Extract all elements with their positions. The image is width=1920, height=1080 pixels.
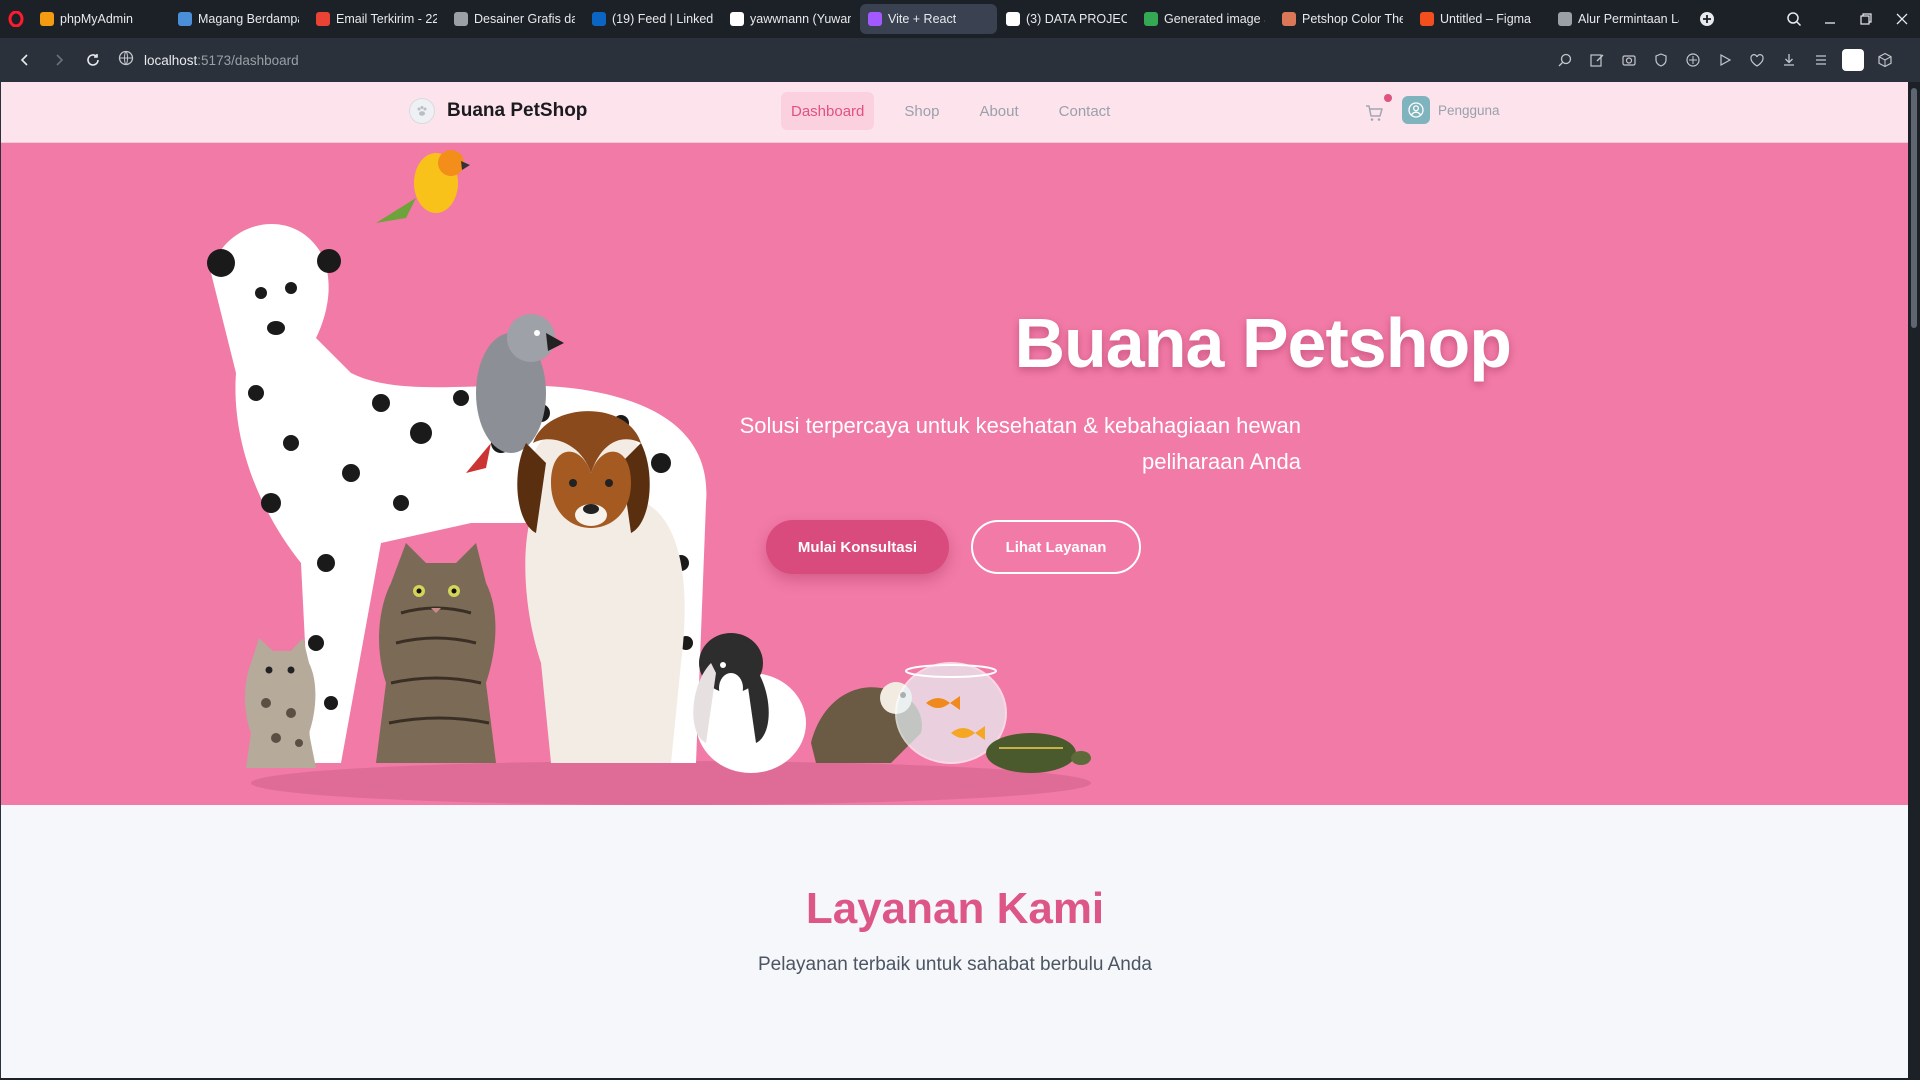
browser-tab-label: Vite + React — [888, 12, 957, 26]
browser-tab[interactable]: Untitled – Figma — [1412, 4, 1549, 34]
tab-search-icon[interactable] — [1776, 0, 1812, 38]
site-info-icon[interactable] — [118, 50, 134, 71]
scrollbar-thumb[interactable] — [1911, 88, 1917, 328]
browser-tab[interactable]: (19) Feed | LinkedIn — [584, 4, 721, 34]
services-title: Layanan Kami — [805, 884, 1105, 933]
profile-square-icon[interactable] — [1838, 45, 1868, 75]
browser-tab[interactable]: phpMyAdmin — [32, 4, 169, 34]
vpn-icon[interactable] — [1678, 45, 1708, 75]
browser-tab-label: Alur Permintaan Lay — [1578, 12, 1679, 26]
phpmyadmin-icon — [40, 12, 54, 26]
globe-icon — [1558, 12, 1572, 26]
browser-tab-label: Generated image St — [1164, 12, 1265, 26]
restore-button[interactable] — [1848, 0, 1884, 38]
view-services-button[interactable]: Lihat Layanan — [971, 520, 1141, 574]
user-avatar-icon — [1402, 96, 1430, 124]
user-menu[interactable]: Pengguna — [1402, 96, 1500, 124]
hero-title: Buana Petshop — [1014, 304, 1512, 382]
browser-tab[interactable]: Desainer Grafis dan — [446, 4, 583, 34]
download-icon[interactable] — [1774, 45, 1804, 75]
start-consultation-button[interactable]: Mulai Konsultasi — [766, 520, 949, 574]
browser-tab-label: Untitled – Figma — [1440, 12, 1532, 26]
hero-subtitle-line-2: peliharaan Anda — [1141, 449, 1301, 474]
toolbar-actions — [1550, 38, 1900, 82]
back-button[interactable] — [8, 43, 42, 77]
cart-notification-dot — [1384, 94, 1392, 102]
shield-icon[interactable] — [1646, 45, 1676, 75]
edit-icon[interactable] — [1582, 45, 1612, 75]
opera-logo-icon[interactable] — [0, 0, 32, 38]
browser-tab-label: Email Terkirim - 2200 — [336, 12, 437, 26]
gmail-icon — [316, 12, 330, 26]
browser-tab[interactable]: yawwnann (Yuwanan — [722, 4, 859, 34]
browser-tab-label: (19) Feed | LinkedIn — [612, 12, 713, 26]
browser-tab-label: Desainer Grafis dan — [474, 12, 575, 26]
browser-tab-label: (3) DATA PROJECT 2 — [1026, 12, 1127, 26]
hero-section: Buana Petshop Solusi terpercaya untuk ke… — [1, 143, 1908, 805]
user-name: Pengguna — [1438, 102, 1500, 118]
browser-tab[interactable]: (3) DATA PROJECT 2 — [998, 4, 1135, 34]
url-field[interactable]: localhost:5173/dashboard — [118, 45, 299, 75]
magang-icon — [178, 12, 192, 26]
reload-button[interactable] — [76, 43, 110, 77]
site-header: Buana PetShop Dashboard Shop About Contact … — [1, 82, 1908, 143]
extensions-icon[interactable] — [1870, 45, 1900, 75]
vite-icon — [868, 12, 882, 26]
figma-icon — [1420, 12, 1434, 26]
page-viewport: Buana PetShop Dashboard Shop About Contact … — [0, 82, 1908, 1078]
browser-tab[interactable]: Petshop Color Them — [1274, 4, 1411, 34]
browser-tab[interactable]: Alur Permintaan Lay — [1550, 4, 1687, 34]
kitten — [245, 638, 316, 768]
browser-tab-label: Magang Berdampak — [198, 12, 299, 26]
close-window-button[interactable] — [1884, 0, 1920, 38]
heart-icon[interactable] — [1742, 45, 1772, 75]
nav-item-dashboard[interactable]: Dashboard — [781, 92, 875, 130]
browser-tab-label: yawwnann (Yuwanan — [750, 12, 851, 26]
forward-button[interactable] — [42, 43, 76, 77]
minimize-button[interactable] — [1812, 0, 1848, 38]
address-bar: localhost:5173/dashboard — [0, 38, 1920, 82]
nav-item-contact[interactable]: Contact — [1049, 92, 1121, 130]
nav-item-about[interactable]: About — [969, 92, 1028, 130]
turtle — [986, 733, 1091, 773]
main-nav: Dashboard Shop About Contact — [781, 92, 1120, 130]
browser-tab-strip: phpMyAdmin Magang Berdampak Email Terkirim… — [0, 0, 1920, 38]
url-host: localhost — [144, 52, 198, 68]
nav-item-shop[interactable]: Shop — [894, 92, 949, 130]
linkedin-icon — [592, 12, 606, 26]
brand-name: Buana PetShop — [447, 100, 588, 121]
url-text[interactable]: localhost:5173/dashboard — [144, 53, 299, 68]
window-controls — [1776, 0, 1920, 38]
camera-icon[interactable] — [1614, 45, 1644, 75]
tab-list: phpMyAdmin Magang Berdampak Email Terkirim… — [32, 0, 1688, 38]
globe-icon — [454, 12, 468, 26]
play-icon[interactable] — [1710, 45, 1740, 75]
hero-subtitle-line-1: Solusi terpercaya untuk kesehatan & keba… — [739, 413, 1301, 438]
zoom-icon[interactable] — [1550, 45, 1580, 75]
rabbit — [693, 633, 806, 773]
brand[interactable]: Buana PetShop — [409, 98, 587, 124]
generated-icon — [1144, 12, 1158, 26]
sun-conure-parrot — [376, 150, 470, 223]
new-tab-button[interactable] — [1694, 6, 1720, 32]
browser-tab[interactable]: Email Terkirim - 2200 — [308, 4, 445, 34]
claude-icon — [1282, 12, 1296, 26]
hero-subtitle: Solusi terpercaya untuk kesehatan & keba… — [661, 408, 1301, 480]
browser-tab-label: phpMyAdmin — [60, 12, 133, 26]
browser-tab[interactable]: Magang Berdampak — [170, 4, 307, 34]
url-path: :5173/dashboard — [197, 52, 299, 68]
browser-tab[interactable]: Vite + React — [860, 4, 997, 34]
browser-tab-label: Petshop Color Them — [1302, 12, 1403, 26]
services-subtitle: Pelayanan terbaik untuk sahabat berbulu … — [757, 954, 1153, 975]
paw-logo-icon — [409, 98, 435, 124]
cart-icon[interactable] — [1363, 102, 1385, 124]
notion-icon — [1006, 12, 1020, 26]
tabby-cat — [376, 543, 496, 763]
github-icon — [730, 12, 744, 26]
browser-tab[interactable]: Generated image St — [1136, 4, 1273, 34]
menu-icon[interactable] — [1806, 45, 1836, 75]
